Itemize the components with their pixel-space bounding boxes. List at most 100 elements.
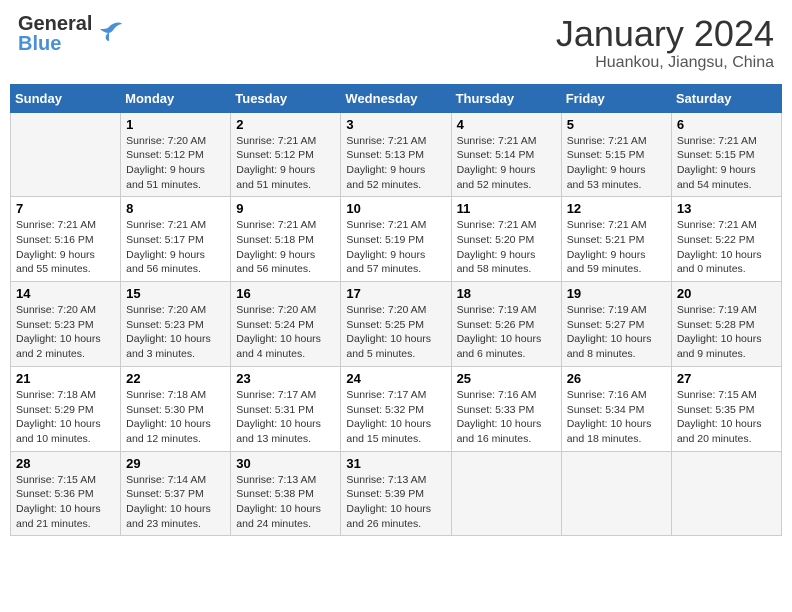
- day-number: 29: [126, 456, 225, 471]
- day-info: Sunrise: 7:21 AM Sunset: 5:16 PM Dayligh…: [16, 218, 115, 277]
- day-number: 4: [457, 117, 556, 132]
- calendar-cell: 26 Sunrise: 7:16 AM Sunset: 5:34 PM Dayli…: [561, 366, 671, 451]
- calendar-cell: 19 Sunrise: 7:19 AM Sunset: 5:27 PM Dayli…: [561, 282, 671, 367]
- calendar-cell: 22 Sunrise: 7:18 AM Sunset: 5:30 PM Dayli…: [121, 366, 231, 451]
- day-number: 11: [457, 201, 556, 216]
- day-number: 2: [236, 117, 335, 132]
- calendar-cell: 15Sunrise: 7:20 AM Sunset: 5:23 PM Dayli…: [121, 282, 231, 367]
- column-header-monday: Monday: [121, 84, 231, 112]
- day-number: 27: [677, 371, 776, 386]
- calendar-cell: 4 Sunrise: 7:21 AM Sunset: 5:14 PM Daylig…: [451, 112, 561, 197]
- day-info: Sunrise: 7:13 AM Sunset: 5:39 PM Dayligh…: [346, 473, 445, 532]
- day-number: 25: [457, 371, 556, 386]
- column-header-wednesday: Wednesday: [341, 84, 451, 112]
- day-info: Sunrise: 7:17 AM Sunset: 5:32 PM Dayligh…: [346, 388, 445, 447]
- calendar-cell: 20Sunrise: 7:19 AM Sunset: 5:28 PM Dayli…: [671, 282, 781, 367]
- day-number: 19: [567, 286, 666, 301]
- calendar-cell: 24 Sunrise: 7:17 AM Sunset: 5:32 PM Dayli…: [341, 366, 451, 451]
- day-number: 14: [16, 286, 115, 301]
- day-number: 1: [126, 117, 225, 132]
- day-info: Sunrise: 7:20 AM Sunset: 5:23 PM Dayligh…: [16, 303, 115, 362]
- calendar-cell: 13 Sunrise: 7:21 AM Sunset: 5:22 PM Dayli…: [671, 197, 781, 282]
- calendar-cell: 2 Sunrise: 7:21 AM Sunset: 5:12 PM Daylig…: [231, 112, 341, 197]
- day-number: 17: [346, 286, 445, 301]
- logo-text-general: General: [18, 14, 92, 34]
- day-info: Sunrise: 7:19 AM Sunset: 5:28 PM Dayligh…: [677, 303, 776, 362]
- calendar-cell: 28 Sunrise: 7:15 AM Sunset: 5:36 PM Dayli…: [11, 451, 121, 536]
- calendar-cell: [451, 451, 561, 536]
- day-info: Sunrise: 7:16 AM Sunset: 5:34 PM Dayligh…: [567, 388, 666, 447]
- calendar-cell: 3Sunrise: 7:21 AM Sunset: 5:13 PM Daylig…: [341, 112, 451, 197]
- day-info: Sunrise: 7:21 AM Sunset: 5:14 PM Dayligh…: [457, 134, 556, 193]
- day-info: Sunrise: 7:20 AM Sunset: 5:25 PM Dayligh…: [346, 303, 445, 362]
- week-row-1: 1Sunrise: 7:20 AM Sunset: 5:12 PM Daylig…: [11, 112, 782, 197]
- day-info: Sunrise: 7:21 AM Sunset: 5:22 PM Dayligh…: [677, 218, 776, 277]
- calendar-cell: 10Sunrise: 7:21 AM Sunset: 5:19 PM Dayli…: [341, 197, 451, 282]
- logo-bird-icon: [94, 19, 124, 49]
- week-row-5: 28 Sunrise: 7:15 AM Sunset: 5:36 PM Dayli…: [11, 451, 782, 536]
- calendar-cell: 9Sunrise: 7:21 AM Sunset: 5:18 PM Daylig…: [231, 197, 341, 282]
- day-number: 8: [126, 201, 225, 216]
- calendar-table: SundayMondayTuesdayWednesdayThursdayFrid…: [10, 84, 782, 537]
- day-info: Sunrise: 7:19 AM Sunset: 5:26 PM Dayligh…: [457, 303, 556, 362]
- calendar-cell: [671, 451, 781, 536]
- day-info: Sunrise: 7:19 AM Sunset: 5:27 PM Dayligh…: [567, 303, 666, 362]
- day-info: Sunrise: 7:18 AM Sunset: 5:29 PM Dayligh…: [16, 388, 115, 447]
- calendar-cell: 1Sunrise: 7:20 AM Sunset: 5:12 PM Daylig…: [121, 112, 231, 197]
- day-number: 3: [346, 117, 445, 132]
- day-number: 16: [236, 286, 335, 301]
- title-section: January 2024 Huankou, Jiangsu, China: [556, 14, 774, 72]
- column-header-saturday: Saturday: [671, 84, 781, 112]
- logo: General Blue: [18, 14, 124, 54]
- column-header-thursday: Thursday: [451, 84, 561, 112]
- column-header-sunday: Sunday: [11, 84, 121, 112]
- calendar-cell: 18 Sunrise: 7:19 AM Sunset: 5:26 PM Dayli…: [451, 282, 561, 367]
- calendar-cell: 21 Sunrise: 7:18 AM Sunset: 5:29 PM Dayli…: [11, 366, 121, 451]
- day-info: Sunrise: 7:18 AM Sunset: 5:30 PM Dayligh…: [126, 388, 225, 447]
- day-number: 13: [677, 201, 776, 216]
- day-number: 10: [346, 201, 445, 216]
- day-number: 21: [16, 371, 115, 386]
- day-number: 6: [677, 117, 776, 132]
- calendar-cell: 14 Sunrise: 7:20 AM Sunset: 5:23 PM Dayli…: [11, 282, 121, 367]
- calendar-cell: 17 Sunrise: 7:20 AM Sunset: 5:25 PM Dayli…: [341, 282, 451, 367]
- day-info: Sunrise: 7:21 AM Sunset: 5:17 PM Dayligh…: [126, 218, 225, 277]
- week-row-3: 14 Sunrise: 7:20 AM Sunset: 5:23 PM Dayli…: [11, 282, 782, 367]
- day-info: Sunrise: 7:21 AM Sunset: 5:12 PM Dayligh…: [236, 134, 335, 193]
- calendar-cell: 29 Sunrise: 7:14 AM Sunset: 5:37 PM Dayli…: [121, 451, 231, 536]
- day-number: 18: [457, 286, 556, 301]
- calendar-cell: 31Sunrise: 7:13 AM Sunset: 5:39 PM Dayli…: [341, 451, 451, 536]
- calendar-cell: 12 Sunrise: 7:21 AM Sunset: 5:21 PM Dayli…: [561, 197, 671, 282]
- day-number: 30: [236, 456, 335, 471]
- calendar-cell: 23Sunrise: 7:17 AM Sunset: 5:31 PM Dayli…: [231, 366, 341, 451]
- calendar-cell: [561, 451, 671, 536]
- calendar-cell: 16 Sunrise: 7:20 AM Sunset: 5:24 PM Dayli…: [231, 282, 341, 367]
- day-info: Sunrise: 7:14 AM Sunset: 5:37 PM Dayligh…: [126, 473, 225, 532]
- day-number: 22: [126, 371, 225, 386]
- week-row-2: 7 Sunrise: 7:21 AM Sunset: 5:16 PM Daylig…: [11, 197, 782, 282]
- week-row-4: 21 Sunrise: 7:18 AM Sunset: 5:29 PM Dayli…: [11, 366, 782, 451]
- day-info: Sunrise: 7:21 AM Sunset: 5:15 PM Dayligh…: [677, 134, 776, 193]
- calendar-cell: [11, 112, 121, 197]
- calendar-cell: 8 Sunrise: 7:21 AM Sunset: 5:17 PM Daylig…: [121, 197, 231, 282]
- day-number: 5: [567, 117, 666, 132]
- day-info: Sunrise: 7:21 AM Sunset: 5:21 PM Dayligh…: [567, 218, 666, 277]
- month-title: January 2024: [556, 14, 774, 54]
- day-number: 26: [567, 371, 666, 386]
- calendar-cell: 5 Sunrise: 7:21 AM Sunset: 5:15 PM Daylig…: [561, 112, 671, 197]
- day-number: 28: [16, 456, 115, 471]
- calendar-cell: 27 Sunrise: 7:15 AM Sunset: 5:35 PM Dayli…: [671, 366, 781, 451]
- day-number: 7: [16, 201, 115, 216]
- column-header-friday: Friday: [561, 84, 671, 112]
- day-info: Sunrise: 7:21 AM Sunset: 5:15 PM Dayligh…: [567, 134, 666, 193]
- day-number: 24: [346, 371, 445, 386]
- day-info: Sunrise: 7:15 AM Sunset: 5:36 PM Dayligh…: [16, 473, 115, 532]
- calendar-cell: 6 Sunrise: 7:21 AM Sunset: 5:15 PM Daylig…: [671, 112, 781, 197]
- day-number: 12: [567, 201, 666, 216]
- day-info: Sunrise: 7:20 AM Sunset: 5:24 PM Dayligh…: [236, 303, 335, 362]
- calendar-header-row: SundayMondayTuesdayWednesdayThursdayFrid…: [11, 84, 782, 112]
- calendar-cell: 11Sunrise: 7:21 AM Sunset: 5:20 PM Dayli…: [451, 197, 561, 282]
- day-info: Sunrise: 7:16 AM Sunset: 5:33 PM Dayligh…: [457, 388, 556, 447]
- day-info: Sunrise: 7:15 AM Sunset: 5:35 PM Dayligh…: [677, 388, 776, 447]
- day-info: Sunrise: 7:21 AM Sunset: 5:18 PM Dayligh…: [236, 218, 335, 277]
